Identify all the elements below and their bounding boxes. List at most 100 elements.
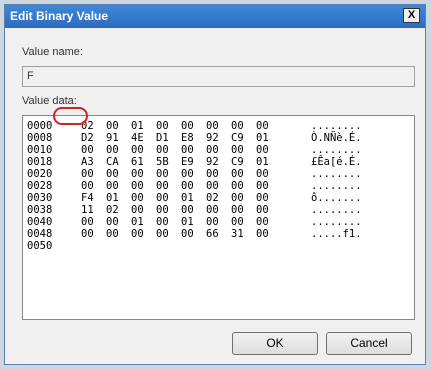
hex-byte[interactable]: 00 bbox=[131, 180, 144, 192]
hex-byte[interactable]: 00 bbox=[81, 144, 94, 156]
hex-byte[interactable]: 00 bbox=[206, 180, 219, 192]
hex-byte[interactable]: 00 bbox=[106, 228, 119, 240]
hex-ascii: .....f1. bbox=[311, 228, 362, 240]
hex-address: 0048 bbox=[27, 228, 53, 240]
hex-ascii: £Êa[é.É. bbox=[311, 156, 362, 168]
hex-byte[interactable]: 91 bbox=[106, 132, 119, 144]
hex-byte[interactable]: 00 bbox=[231, 204, 244, 216]
hex-byte[interactable]: 01 bbox=[256, 132, 269, 144]
hex-byte[interactable]: 00 bbox=[106, 144, 119, 156]
hex-address: 0020 bbox=[27, 168, 53, 180]
edit-binary-value-dialog: Edit Binary Value X Value name: F Value … bbox=[4, 4, 426, 365]
hex-byte[interactable]: 00 bbox=[256, 168, 269, 180]
hex-byte[interactable]: 00 bbox=[156, 228, 169, 240]
hex-byte[interactable]: 00 bbox=[156, 192, 169, 204]
hex-byte[interactable]: 00 bbox=[131, 228, 144, 240]
hex-byte[interactable]: 00 bbox=[106, 120, 119, 132]
hex-byte[interactable]: 00 bbox=[256, 216, 269, 228]
hex-byte[interactable]: 66 bbox=[206, 228, 219, 240]
hex-byte[interactable]: 00 bbox=[156, 180, 169, 192]
hex-byte[interactable]: C9 bbox=[231, 132, 244, 144]
hex-byte[interactable]: 01 bbox=[106, 192, 119, 204]
cancel-button[interactable]: Cancel bbox=[326, 332, 412, 355]
hex-byte[interactable]: 00 bbox=[231, 180, 244, 192]
hex-byte[interactable]: 00 bbox=[131, 192, 144, 204]
hex-byte[interactable]: 00 bbox=[106, 216, 119, 228]
hex-byte[interactable]: F4 bbox=[81, 192, 94, 204]
hex-byte[interactable]: 00 bbox=[256, 192, 269, 204]
hex-byte[interactable]: 00 bbox=[156, 168, 169, 180]
hex-byte[interactable]: 00 bbox=[156, 216, 169, 228]
hex-byte[interactable]: 00 bbox=[106, 180, 119, 192]
hex-byte[interactable]: 00 bbox=[181, 180, 194, 192]
close-button[interactable]: X bbox=[403, 8, 420, 23]
hex-ascii: Ò.NÑè.É. bbox=[311, 132, 362, 144]
hex-byte[interactable]: 00 bbox=[181, 168, 194, 180]
hex-byte[interactable]: 00 bbox=[256, 204, 269, 216]
hex-byte[interactable]: 00 bbox=[81, 216, 94, 228]
hex-byte[interactable]: 00 bbox=[156, 120, 169, 132]
hex-byte[interactable]: 00 bbox=[181, 204, 194, 216]
hex-ascii: ........ bbox=[311, 120, 362, 132]
hex-byte[interactable]: 01 bbox=[131, 120, 144, 132]
hex-byte[interactable]: 01 bbox=[181, 216, 194, 228]
hex-byte[interactable]: 00 bbox=[131, 144, 144, 156]
hex-byte[interactable]: 00 bbox=[231, 216, 244, 228]
hex-byte[interactable]: 00 bbox=[106, 168, 119, 180]
hex-byte[interactable]: 11 bbox=[81, 204, 94, 216]
hex-address: 0050 bbox=[27, 240, 53, 252]
hex-byte[interactable]: 4E bbox=[131, 132, 144, 144]
hex-byte[interactable]: 01 bbox=[256, 156, 269, 168]
dialog-title: Edit Binary Value bbox=[10, 9, 109, 23]
hex-byte[interactable]: 02 bbox=[106, 204, 119, 216]
hex-byte[interactable]: 00 bbox=[256, 120, 269, 132]
hex-byte[interactable]: 00 bbox=[256, 144, 269, 156]
hex-address: 0038 bbox=[27, 204, 53, 216]
hex-byte[interactable]: 00 bbox=[256, 228, 269, 240]
hex-byte[interactable]: A3 bbox=[81, 156, 94, 168]
hex-byte[interactable]: 02 bbox=[206, 192, 219, 204]
hex-byte[interactable]: 00 bbox=[206, 216, 219, 228]
hex-byte[interactable]: 01 bbox=[181, 192, 194, 204]
hex-byte[interactable]: 92 bbox=[206, 132, 219, 144]
value-name-label: Value name: bbox=[22, 46, 83, 58]
hex-byte[interactable]: E9 bbox=[181, 156, 194, 168]
hex-byte[interactable]: 31 bbox=[231, 228, 244, 240]
hex-byte[interactable]: D2 bbox=[81, 132, 94, 144]
hex-byte[interactable]: 00 bbox=[206, 120, 219, 132]
value-data-hex-editor[interactable]: 0000 02 00 01 00 00 00 00 00........ 0008 D2 91 4E D1… bbox=[22, 115, 415, 320]
hex-ascii: ........ bbox=[311, 216, 362, 228]
hex-byte[interactable]: 00 bbox=[256, 180, 269, 192]
hex-byte[interactable]: 00 bbox=[131, 204, 144, 216]
hex-byte[interactable]: 00 bbox=[81, 180, 94, 192]
hex-byte[interactable]: 00 bbox=[156, 144, 169, 156]
hex-byte[interactable]: D1 bbox=[156, 132, 169, 144]
hex-byte[interactable]: 00 bbox=[81, 168, 94, 180]
hex-byte[interactable]: 01 bbox=[131, 216, 144, 228]
hex-byte[interactable]: 00 bbox=[181, 144, 194, 156]
title-bar[interactable]: Edit Binary Value X bbox=[5, 5, 425, 28]
hex-ascii: ........ bbox=[311, 144, 362, 156]
hex-byte[interactable]: 00 bbox=[231, 192, 244, 204]
hex-byte[interactable]: 00 bbox=[206, 168, 219, 180]
hex-byte[interactable]: E8 bbox=[181, 132, 194, 144]
hex-byte[interactable]: 00 bbox=[231, 168, 244, 180]
hex-byte[interactable]: CA bbox=[106, 156, 119, 168]
hex-byte[interactable]: 61 bbox=[131, 156, 144, 168]
hex-byte[interactable]: 00 bbox=[181, 120, 194, 132]
ok-button[interactable]: OK bbox=[232, 332, 318, 355]
hex-byte[interactable]: 00 bbox=[206, 144, 219, 156]
hex-byte[interactable]: 00 bbox=[156, 204, 169, 216]
hex-byte[interactable]: 00 bbox=[206, 204, 219, 216]
hex-byte[interactable]: 00 bbox=[81, 228, 94, 240]
hex-byte[interactable]: 92 bbox=[206, 156, 219, 168]
hex-byte[interactable]: 00 bbox=[181, 228, 194, 240]
hex-byte[interactable]: C9 bbox=[231, 156, 244, 168]
hex-byte[interactable]: 00 bbox=[231, 144, 244, 156]
hex-address: 0040 bbox=[27, 216, 53, 228]
hex-byte[interactable]: 00 bbox=[231, 120, 244, 132]
hex-ascii: ........ bbox=[311, 168, 362, 180]
hex-address: 0010 bbox=[27, 144, 53, 156]
hex-byte[interactable]: 00 bbox=[131, 168, 144, 180]
hex-byte[interactable]: 5B bbox=[156, 156, 169, 168]
